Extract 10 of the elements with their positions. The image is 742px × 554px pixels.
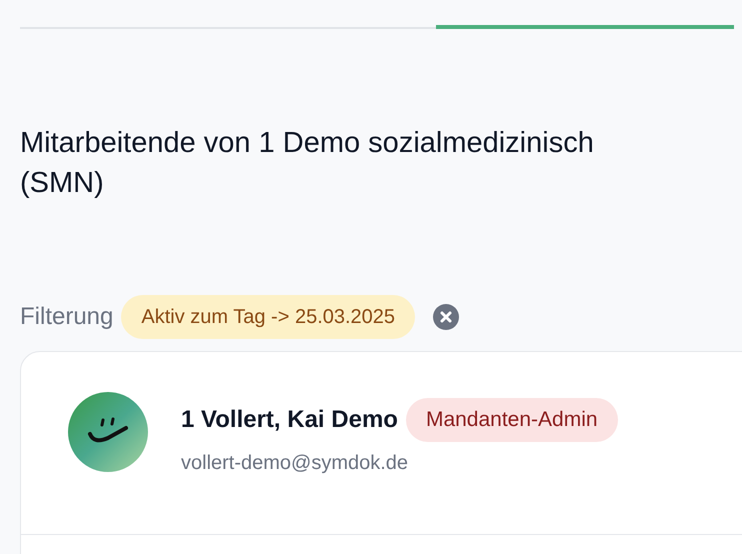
filter-chip: Aktiv zum Tag -> 25.03.2025 — [121, 295, 416, 339]
page-title: Mitarbeitende von 1 Demo sozialmedizinisch — [20, 126, 595, 161]
close-icon[interactable] — [433, 304, 460, 330]
employee-name: 1 Vollert, Kai Demo — [181, 404, 398, 435]
role-tag: Mandanten-Admin — [406, 398, 618, 442]
tab[interactable] — [436, 25, 734, 29]
avatar-icon — [68, 392, 148, 472]
filter-label: Filterung — [20, 302, 114, 332]
page-title: (SMN) — [20, 166, 105, 201]
employee-email: vollert-demo@symdok.de — [181, 450, 410, 476]
